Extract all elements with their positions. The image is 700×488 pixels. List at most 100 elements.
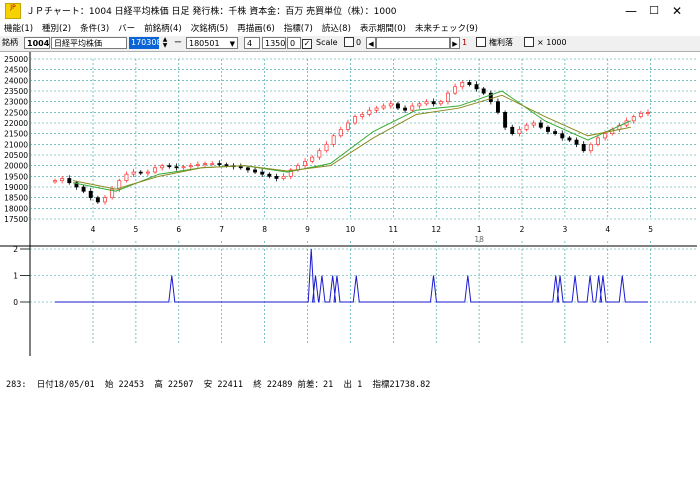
menu-item-load[interactable]: 読込(8) [318, 22, 356, 36]
month-tick-label: 2 [520, 225, 525, 234]
scale-zero-check-box [344, 37, 354, 47]
candle-body [546, 126, 550, 132]
price-tick-label: 21000 [4, 140, 28, 149]
price-tick-label: 20500 [4, 151, 28, 160]
date-range-dash: ー [174, 38, 182, 47]
price-tick-label: 17500 [4, 215, 28, 224]
candle-body [274, 175, 279, 179]
menu-item-prev-stock[interactable]: 前銘柄(4) [140, 22, 187, 36]
candle-body [395, 103, 400, 109]
candle-body [195, 164, 200, 167]
price-tick-label: 18000 [4, 204, 28, 213]
scale-checkbox[interactable]: ✓ [302, 37, 312, 49]
chart-area: 25000 24500 24000 23500 23000 22500 22000 21500… [0, 52, 700, 380]
candle-body [245, 167, 250, 171]
price-tick-label: 19500 [4, 172, 28, 181]
date-from-spinner[interactable]: ▲ ▼ [160, 37, 170, 49]
offset-input[interactable]: 0 [287, 37, 301, 49]
candle-body [188, 165, 193, 168]
menu-item-display-period[interactable]: 表示期間(0) [356, 22, 411, 36]
candle-body [367, 109, 372, 115]
candle-body [524, 124, 529, 130]
date-to-value: 180501 [189, 39, 220, 48]
app-icon: JP [5, 3, 21, 19]
multiplier-checkbox[interactable] [524, 37, 534, 49]
candle-body [596, 137, 600, 145]
stock-name-field[interactable]: 日経平均株価 [51, 37, 127, 49]
menu-item-bar[interactable]: バー [114, 22, 140, 36]
candle-body [374, 107, 379, 111]
candle-body [338, 129, 343, 137]
menu-item-indicator[interactable]: 指標(7) [280, 22, 318, 36]
candle-body [581, 143, 586, 152]
candle-body [353, 116, 358, 124]
price-tick-label: 23000 [4, 98, 28, 107]
scroll-track[interactable] [376, 37, 450, 49]
scroll-right-arrow[interactable]: ▶ [450, 37, 460, 49]
menu-item-future-check[interactable]: 未来チェック(9) [411, 22, 483, 36]
candle-body [138, 171, 143, 174]
close-button[interactable]: ✕ [654, 0, 700, 22]
candle-body [481, 88, 486, 94]
price-tick-label: 21500 [4, 130, 28, 139]
candle-body [124, 173, 129, 181]
candle-body [224, 164, 229, 167]
candle-body [303, 161, 308, 167]
candle-body [310, 156, 315, 162]
indicator-tick-label: 1 [13, 272, 18, 281]
candle-body [424, 101, 429, 105]
indicator-tick-label: 0 [13, 298, 18, 307]
scroll-left-arrow[interactable]: ◀ [366, 37, 376, 49]
candle-body [417, 103, 422, 107]
rights-check-box [476, 37, 486, 47]
price-tick-label: 24500 [4, 66, 28, 75]
price-tick-label: 22500 [4, 108, 28, 117]
month-tick-label: 6 [176, 225, 181, 234]
menu-item-next-stock[interactable]: 次銘柄(5) [187, 22, 234, 36]
candle-body [317, 150, 322, 158]
candle-body [553, 131, 558, 135]
candle-body [145, 171, 150, 174]
price-chart: 25000 2450024000 23500 2300022500 22000 21500… [0, 52, 697, 356]
scale-zero-checkbox[interactable] [344, 37, 354, 49]
candle-body [517, 129, 522, 135]
month-tick-label: 9 [305, 225, 310, 234]
candle-body [167, 165, 172, 168]
candle-body [460, 82, 465, 88]
date-to-select[interactable]: 180501 ▼ [186, 37, 238, 49]
month-tick-label: 11 [389, 225, 399, 234]
toolbar: 銘柄 1004 日経平均株価 170308 ▲ ▼ ー 180501 ▼ 4 135… [0, 36, 700, 52]
candle-body [603, 133, 608, 139]
candle-body [324, 143, 329, 152]
date-from-input[interactable]: 170308 [129, 37, 162, 49]
price-tick-label: 24000 [4, 76, 28, 85]
title-bar: JP ＪＰチャート：1004 日経平均株価 日足 発行株：千株 資本金：百万 売… [0, 0, 700, 22]
candle-body [510, 126, 515, 135]
price-tick-label: 22000 [4, 119, 28, 128]
rights-label: 権利落 [489, 38, 513, 47]
menu-item-function[interactable]: 機能(1) [0, 22, 38, 36]
year-label: 18 [474, 235, 484, 244]
period-input[interactable]: 4 [244, 37, 260, 49]
candle-body [531, 122, 536, 126]
candle-body [567, 137, 572, 141]
candle-body [331, 135, 336, 145]
menu-item-type[interactable]: 種別(2) [38, 22, 76, 36]
candle-body [203, 163, 207, 165]
candle-body [588, 143, 593, 152]
count-input[interactable]: 1350 [262, 37, 286, 49]
month-tick-label: 4 [91, 225, 96, 234]
menu-item-redraw[interactable]: 再描画(6) [233, 22, 280, 36]
candle-body [467, 82, 472, 85]
scale-zero-label: 0 [356, 38, 362, 47]
rights-checkbox[interactable] [476, 37, 486, 49]
candle-body [95, 197, 100, 203]
month-tick-label: 10 [346, 225, 356, 234]
menu-item-condition[interactable]: 条件(3) [76, 22, 114, 36]
candle-body [538, 122, 543, 128]
code-label: 銘柄 [2, 38, 18, 47]
candle-body [388, 103, 393, 107]
scale-check-box: ✓ [302, 39, 312, 49]
candle-body [53, 180, 57, 183]
code-input[interactable]: 1004 [24, 37, 50, 49]
